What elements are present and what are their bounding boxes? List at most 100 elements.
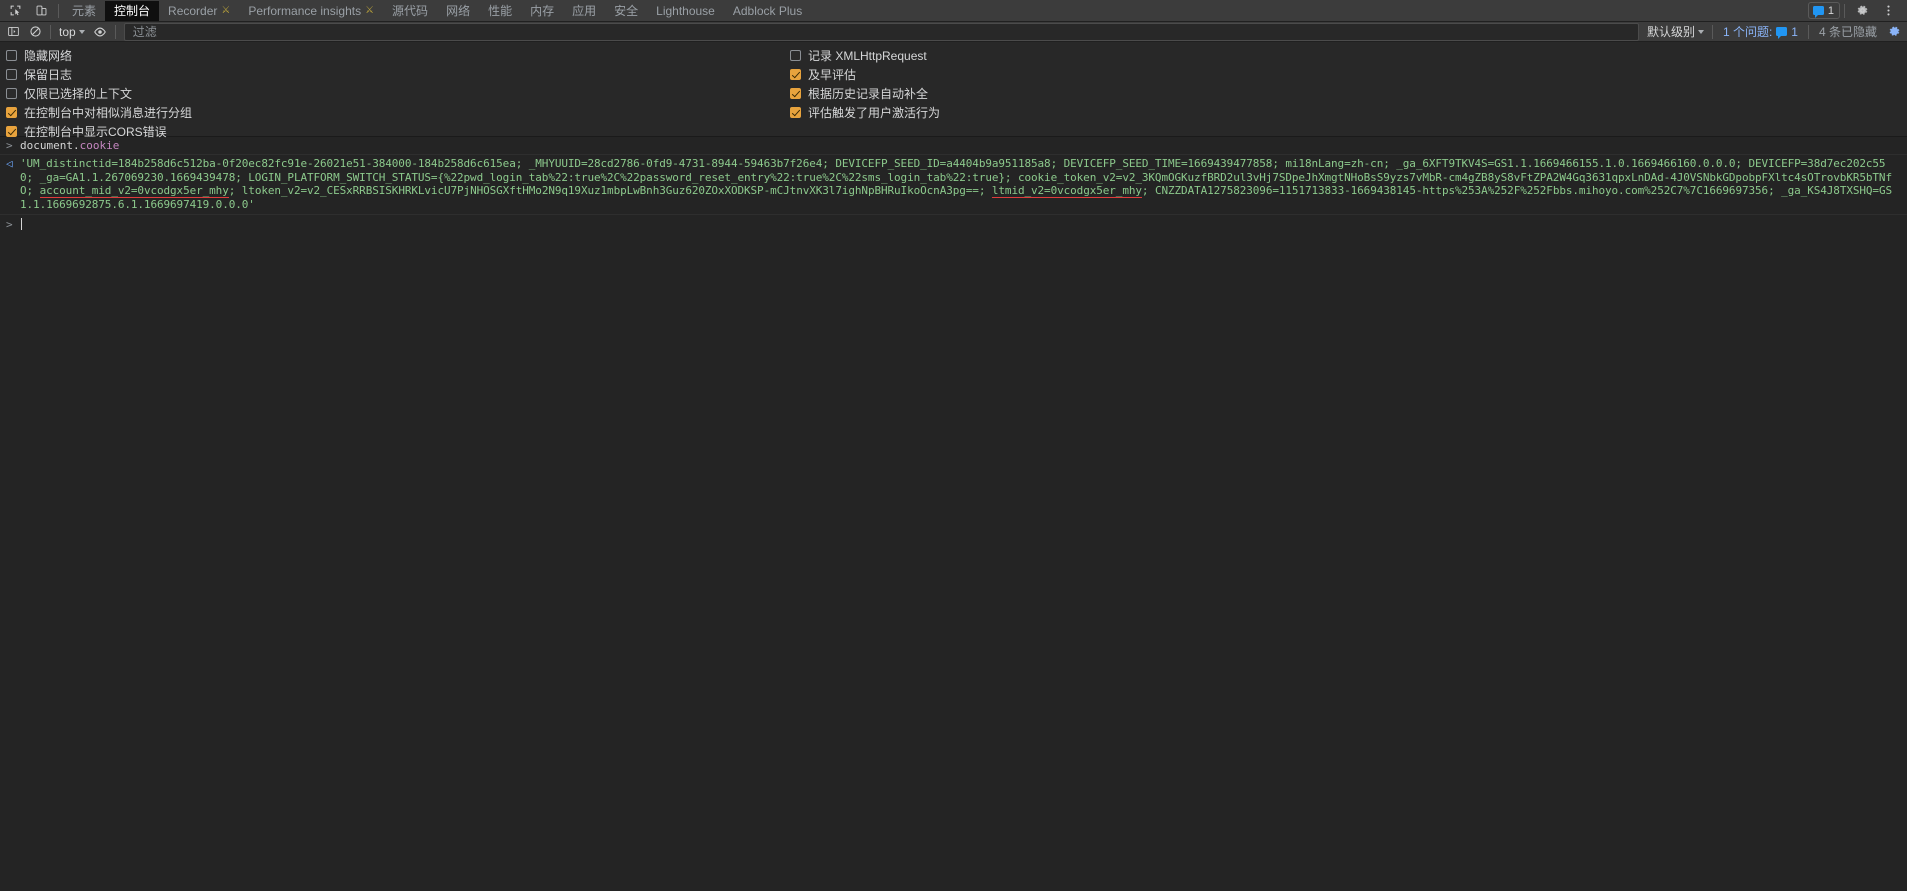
console-settings-gear-icon[interactable]: [1883, 23, 1905, 41]
tab-network[interactable]: 网络: [437, 1, 479, 21]
tab-security[interactable]: 安全: [605, 1, 647, 21]
cookie-segment-closing-quote: ': [248, 198, 255, 211]
live-expression-eye-icon[interactable]: [89, 23, 111, 41]
settings-right-column: 记录 XMLHttpRequest 及早评估 根据历史记录自动补全 评估触发了用…: [790, 46, 940, 122]
setting-autocomplete-from-history[interactable]: 根据历史记录自动补全: [790, 84, 940, 103]
console-toolbar: top 默认级别 1 个问题: 1 4 条已隐藏: [0, 22, 1907, 42]
setting-label: 评估触发了用户激活行为: [808, 104, 940, 121]
setting-label: 及早评估: [808, 66, 856, 83]
console-result-row: ◁ 'UM_distinctid=184b258d6c512ba-0f20ec8…: [0, 155, 1907, 215]
setting-label: 仅限已选择的上下文: [24, 85, 132, 102]
message-bubble-icon: [1776, 27, 1787, 36]
checkbox-autocomplete-from-history[interactable]: [790, 88, 801, 99]
tab-memory[interactable]: 内存: [521, 1, 563, 21]
tab-elements[interactable]: 元素: [63, 1, 105, 21]
tab-label: 性能: [488, 2, 512, 19]
input-prompt-icon: >: [6, 218, 20, 231]
setting-label: 隐藏网络: [24, 47, 72, 64]
setting-selected-context-only[interactable]: 仅限已选择的上下文: [6, 84, 192, 103]
cookie-segment: ; ltoken_v2=v2_CESxRRBSISKHRKLvicU7PjNHO…: [229, 184, 992, 197]
tab-lighthouse[interactable]: Lighthouse: [647, 1, 724, 21]
tab-label: 控制台: [114, 2, 150, 19]
devtools-tab-bar: 元素 控制台 Recorder ⚔ Performance insights ⚔…: [0, 0, 1907, 22]
tabbar-divider: [1844, 4, 1845, 18]
console-input-row[interactable]: >: [0, 215, 1907, 234]
setting-eager-evaluation[interactable]: 及早评估: [790, 65, 940, 84]
console-result-text[interactable]: 'UM_distinctid=184b258d6c512ba-0f20ec82f…: [20, 157, 1907, 211]
setting-label: 记录 XMLHttpRequest: [808, 47, 927, 64]
chevron-down-icon: [1698, 30, 1704, 34]
setting-group-similar[interactable]: 在控制台中对相似消息进行分组: [6, 103, 192, 122]
tab-label: 元素: [72, 2, 96, 19]
checkbox-selected-context-only[interactable]: [6, 88, 17, 99]
setting-label: 保留日志: [24, 66, 72, 83]
text-cursor: [21, 218, 22, 230]
execution-context-label: top: [59, 25, 76, 39]
setting-hide-network[interactable]: 隐藏网络: [6, 46, 192, 65]
tab-label: 应用: [572, 2, 596, 19]
tab-sources[interactable]: 源代码: [383, 1, 437, 21]
tab-performance[interactable]: 性能: [479, 1, 521, 21]
result-arrow-icon: ◁: [6, 157, 20, 171]
filter-input[interactable]: [131, 24, 1632, 40]
tab-adblock-plus[interactable]: Adblock Plus: [724, 1, 811, 21]
issues-summary-label: 1 个问题:: [1723, 23, 1772, 40]
setting-show-cors-errors[interactable]: 在控制台中显示CORS错误: [6, 122, 192, 141]
experimental-flask-icon: ⚔: [365, 6, 374, 16]
cookie-segment-account-mid: account_mid_v2=0vcodgx5er_mhy: [40, 184, 229, 198]
clear-console-icon[interactable]: [24, 23, 46, 41]
tab-performance-insights[interactable]: Performance insights ⚔: [239, 1, 383, 21]
console-command-row: > document.cookie: [0, 137, 1907, 155]
tabbar-divider: [58, 4, 59, 18]
checkbox-eager-evaluation[interactable]: [790, 69, 801, 80]
settings-left-column: 隐藏网络 保留日志 仅限已选择的上下文 在控制台中对相似消息进行分组 在控制台中…: [6, 46, 192, 141]
chevron-down-icon: [79, 30, 85, 34]
setting-label: 在控制台中对相似消息进行分组: [24, 104, 192, 121]
checkbox-group-similar[interactable]: [6, 107, 17, 118]
tab-console[interactable]: 控制台: [105, 1, 159, 21]
toolbar-divider: [50, 25, 51, 39]
hidden-messages-label[interactable]: 4 条已隐藏: [1813, 23, 1883, 40]
message-bubble-icon: [1813, 6, 1824, 15]
console-settings-pane: 隐藏网络 保留日志 仅限已选择的上下文 在控制台中对相似消息进行分组 在控制台中…: [0, 42, 1907, 137]
issues-count-label: 1: [1828, 5, 1834, 17]
execution-context-selector[interactable]: top: [55, 23, 89, 41]
tab-recorder[interactable]: Recorder ⚔: [159, 1, 239, 21]
tab-application[interactable]: 应用: [563, 1, 605, 21]
log-level-selector[interactable]: 默认级别: [1643, 23, 1708, 41]
gear-icon[interactable]: [1849, 1, 1875, 21]
console-message-list[interactable]: > document.cookie ◁ 'UM_distinctid=184b2…: [0, 137, 1907, 890]
setting-evaluate-triggers-user-activation[interactable]: 评估触发了用户激活行为: [790, 103, 940, 122]
toolbar-divider: [1712, 25, 1713, 39]
checkbox-evaluate-triggers-user-activation[interactable]: [790, 107, 801, 118]
issues-summary-count: 1: [1791, 25, 1798, 39]
issues-counter-button[interactable]: 1: [1808, 2, 1840, 19]
tabbar-right-controls: 1: [1808, 1, 1905, 21]
console-filter-box[interactable]: [124, 23, 1639, 41]
tab-label: Performance insights: [248, 4, 361, 18]
more-vertical-icon[interactable]: [1875, 1, 1901, 21]
checkbox-log-xmlhttprequest[interactable]: [790, 50, 801, 61]
toolbar-divider: [115, 25, 116, 39]
cookie-segment-ltmid: ltmid_v2=0vcodgx5er_mhy: [992, 184, 1142, 198]
setting-preserve-log[interactable]: 保留日志: [6, 65, 192, 84]
setting-label: 根据历史记录自动补全: [808, 85, 928, 102]
tab-label: 内存: [530, 2, 554, 19]
setting-label: 在控制台中显示CORS错误: [24, 123, 167, 140]
setting-log-xmlhttprequest[interactable]: 记录 XMLHttpRequest: [790, 46, 940, 65]
inspect-element-icon[interactable]: [2, 1, 28, 21]
toolbar-divider: [1808, 25, 1809, 39]
checkbox-show-cors-errors[interactable]: [6, 126, 17, 137]
log-level-label: 默认级别: [1647, 23, 1695, 40]
experimental-flask-icon: ⚔: [221, 6, 230, 16]
tab-label: Adblock Plus: [733, 4, 802, 18]
tab-label: 网络: [446, 2, 470, 19]
console-sidebar-icon[interactable]: [2, 23, 24, 41]
device-toolbar-icon[interactable]: [28, 1, 54, 21]
checkbox-preserve-log[interactable]: [6, 69, 17, 80]
issues-summary-link[interactable]: 1 个问题: 1: [1717, 23, 1804, 40]
console-toolbar-right: 默认级别 1 个问题: 1 4 条已隐藏: [1639, 23, 1905, 41]
checkbox-hide-network[interactable]: [6, 50, 17, 61]
tab-label: Lighthouse: [656, 4, 715, 18]
tab-label: 安全: [614, 2, 638, 19]
